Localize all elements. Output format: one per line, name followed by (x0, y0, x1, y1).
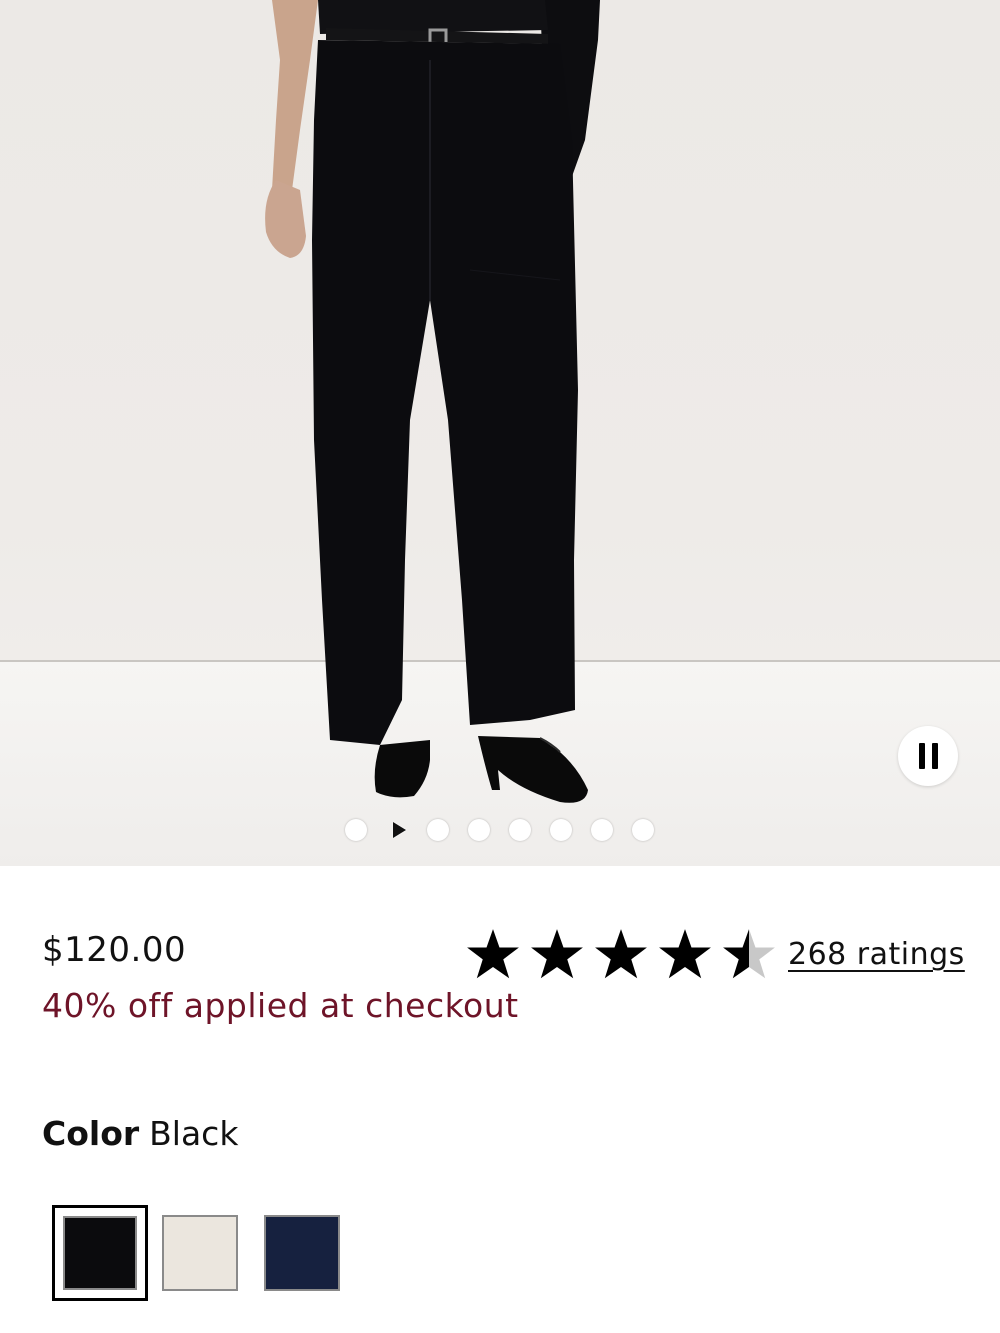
product-rating: 268 ratings (466, 926, 965, 982)
color-swatch-black[interactable] (52, 1205, 148, 1301)
carousel-dot[interactable] (468, 819, 490, 841)
carousel-dot[interactable] (550, 819, 572, 841)
ratings-link[interactable]: 268 ratings (788, 937, 965, 972)
rating-stars (466, 927, 776, 981)
product-page: $120.00 40% off applied at checkout 268 … (0, 0, 1000, 1333)
carousel-dot[interactable] (591, 819, 613, 841)
selected-color-name: Black (149, 1114, 239, 1153)
product-media-carousel[interactable] (0, 0, 1000, 866)
carousel-dot[interactable] (345, 819, 367, 841)
pause-icon-bar (931, 743, 938, 769)
star-filled-icon (595, 929, 647, 979)
play-icon (392, 822, 406, 838)
product-price: $120.00 (42, 930, 187, 970)
carousel-dot-active-video[interactable] (386, 819, 408, 841)
star-half-icon (723, 929, 775, 979)
carousel-dot[interactable] (427, 819, 449, 841)
color-selector-label: Color Black (42, 1114, 238, 1153)
color-swatch-ivory[interactable] (162, 1215, 238, 1291)
carousel-pagination (345, 819, 654, 841)
color-swatch-fill (63, 1216, 137, 1290)
color-label: Color (42, 1114, 140, 1153)
pause-button[interactable] (898, 726, 958, 786)
carousel-dot[interactable] (509, 819, 531, 841)
product-image (265, 0, 600, 803)
carousel-dot[interactable] (632, 819, 654, 841)
star-filled-icon (531, 929, 583, 979)
pause-icon (918, 743, 925, 769)
star-filled-icon (659, 929, 711, 979)
color-swatches (52, 1205, 340, 1301)
color-swatch-navy[interactable] (264, 1215, 340, 1291)
promo-message: 40% off applied at checkout (42, 986, 519, 1025)
star-filled-icon (467, 929, 519, 979)
